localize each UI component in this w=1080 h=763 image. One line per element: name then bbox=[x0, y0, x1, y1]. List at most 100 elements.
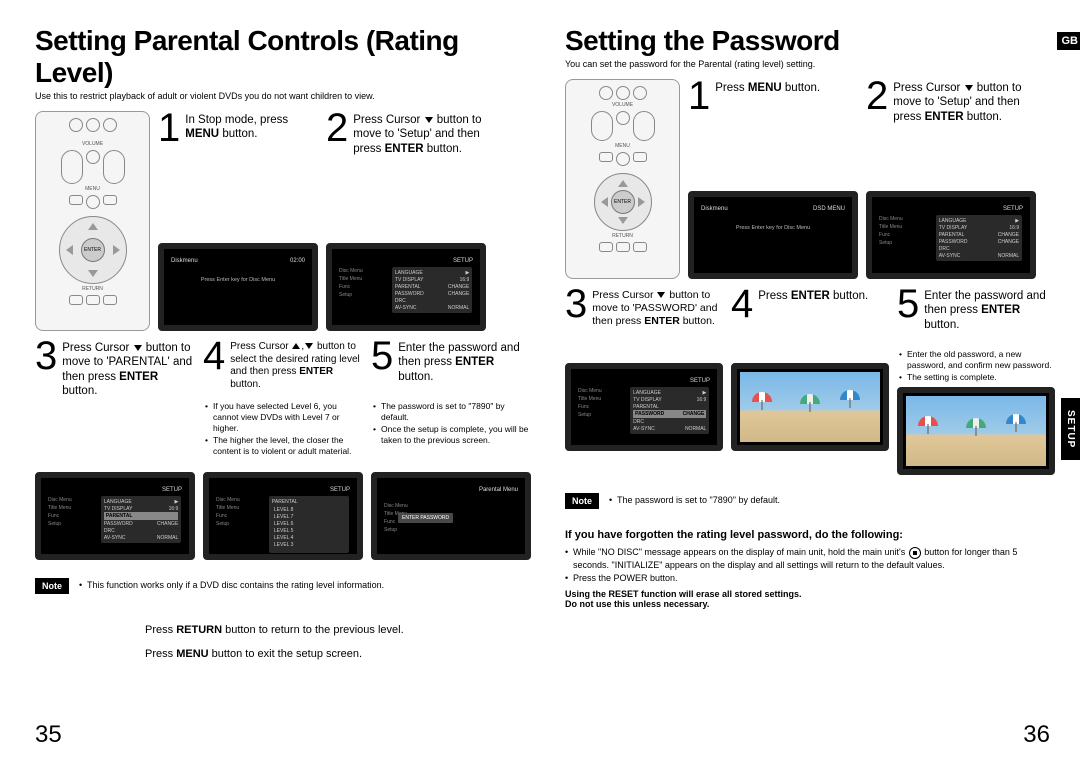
bullet-item: The setting is complete. bbox=[899, 372, 1055, 383]
note-text: The password is set to "7890" by default… bbox=[609, 495, 780, 507]
right-subtitle: You can set the password for the Parenta… bbox=[565, 59, 1050, 69]
cursor-down-icon bbox=[305, 343, 313, 349]
cursor-down-icon bbox=[425, 117, 433, 123]
step-num: 3 bbox=[565, 287, 587, 321]
remote-control: VOLUME MENU ENTER RETURN bbox=[565, 79, 680, 279]
remote-btn bbox=[599, 152, 613, 162]
remote-btn bbox=[69, 295, 83, 305]
step-1-right: 1 Press MENU button. DiskmenuDSD MENU Pr… bbox=[688, 79, 858, 279]
remote-volume-rocker bbox=[61, 150, 83, 184]
dpad-down-icon bbox=[618, 217, 628, 224]
remote-btn bbox=[616, 111, 630, 125]
osd-screen-setup: SETUP Disc MenuTitle MenuFuncSetup LANGU… bbox=[866, 191, 1036, 279]
step5-bullets: The password is set to "7890" by default… bbox=[371, 401, 531, 446]
step-text: Enter the password and then press ENTER … bbox=[924, 287, 1055, 332]
remote-col-right: VOLUME MENU ENTER RETURN bbox=[565, 79, 680, 279]
remote-channel-rocker bbox=[633, 111, 655, 141]
left-title: Setting Parental Controls (Rating Level) bbox=[35, 25, 520, 89]
remote-control: VOLUME MENU ENTER RETURN bbox=[35, 111, 150, 331]
cursor-down-icon bbox=[657, 292, 665, 298]
step-1-left: 1 In Stop mode, press MENU button. Diskm… bbox=[158, 111, 318, 331]
remote-btn bbox=[69, 118, 83, 132]
osd-screen-discmenu: DiskmenuDSD MENU Press Enter key for Dis… bbox=[688, 191, 858, 279]
remote-return-label: RETURN bbox=[82, 287, 103, 292]
right-note: Note The password is set to "7890" by de… bbox=[565, 493, 780, 509]
step4-bullets: If you have selected Level 6, you cannot… bbox=[203, 401, 363, 457]
dpad-down-icon bbox=[88, 270, 98, 277]
reset-warning-2: Do not use this unless necessary. bbox=[565, 599, 1050, 609]
remote-menu-label: MENU bbox=[85, 187, 100, 192]
step-text: Press Cursor button to move to 'PARENTAL… bbox=[62, 339, 195, 399]
setup-side-tab: SETUP bbox=[1061, 398, 1080, 460]
cursor-up-icon bbox=[292, 343, 300, 349]
dpad-up-icon bbox=[88, 223, 98, 230]
remote-volume-rocker bbox=[591, 111, 613, 141]
forgot-item: Press the POWER button. bbox=[565, 572, 1050, 585]
remote-btn bbox=[633, 86, 647, 100]
remote-btn bbox=[86, 195, 100, 209]
step-2-right: 2 Press Cursor button to move to 'Setup'… bbox=[866, 79, 1036, 279]
step-2-left: 2 Press Cursor button to move to 'Setup'… bbox=[326, 111, 486, 331]
remote-btn bbox=[103, 195, 117, 205]
page-left: Setting Parental Controls (Rating Level)… bbox=[0, 0, 540, 763]
remote-channel-rocker bbox=[103, 150, 125, 184]
left-row3: SETUP Disc MenuTitle MenuFuncSetup LANGU… bbox=[35, 466, 520, 560]
dpad-up-icon bbox=[618, 180, 628, 187]
left-subtitle: Use this to restrict playback of adult o… bbox=[35, 91, 520, 101]
cursor-down-icon bbox=[965, 85, 973, 91]
page-number-right: 36 bbox=[1023, 721, 1050, 749]
osd-screen-password: SETUP Disc MenuTitle MenuFuncSetup LANGU… bbox=[565, 363, 723, 451]
dpad-right-icon bbox=[638, 197, 645, 207]
remote-btn bbox=[103, 118, 117, 132]
screen-3: SETUP Disc MenuTitle MenuFuncSetup LANGU… bbox=[35, 466, 195, 560]
step-num: 4 bbox=[203, 339, 225, 373]
remote-btn bbox=[633, 242, 647, 252]
step-4-right: 4 Press ENTER button. bbox=[731, 287, 889, 475]
step5-right-bullets: Enter the old password, a new password, … bbox=[897, 349, 1055, 383]
step-text: Press MENU button. bbox=[715, 79, 820, 95]
page-number-left: 35 bbox=[35, 721, 62, 749]
remote-btn bbox=[599, 242, 613, 252]
step-5-right: 5 Enter the password and then press ENTE… bbox=[897, 287, 1055, 475]
right-title: Setting the Password bbox=[565, 25, 1050, 57]
left-note: Note This function works only if a DVD d… bbox=[35, 578, 384, 594]
manual-spread: Setting Parental Controls (Rating Level)… bbox=[0, 0, 1080, 763]
remote-enter-button: ENTER bbox=[81, 238, 105, 262]
step-num: 4 bbox=[731, 287, 753, 321]
left-row1: VOLUME MENU ENTER RETURN bbox=[35, 111, 520, 331]
remote-btn bbox=[69, 195, 83, 205]
bullet-item: Once the setup is complete, you will be … bbox=[373, 424, 531, 446]
remote-btn bbox=[616, 152, 630, 166]
screen-5: Parental Menu Disc MenuTitle MenuFuncSet… bbox=[371, 466, 531, 560]
step-text: In Stop mode, press MENU button. bbox=[185, 111, 318, 142]
note-badge: Note bbox=[565, 493, 599, 509]
dpad-left-icon bbox=[601, 197, 608, 207]
step-num: 3 bbox=[35, 339, 57, 373]
footer-menu: Press MENU button to exit the setup scre… bbox=[145, 648, 520, 660]
bullet-item: If you have selected Level 6, you cannot… bbox=[205, 401, 363, 434]
remote-btn bbox=[616, 242, 630, 252]
forgot-list: While "NO DISC" message appears on the d… bbox=[565, 546, 1050, 585]
dpad-left-icon bbox=[66, 245, 73, 255]
cursor-down-icon bbox=[134, 345, 142, 351]
remote-btn bbox=[616, 86, 630, 100]
stop-icon bbox=[909, 547, 921, 559]
dpad-right-icon bbox=[113, 245, 120, 255]
osd-screen-discmenu: Diskmenu02:00 Press Enter key for Disc M… bbox=[158, 243, 318, 331]
step-text: Press Cursor button to move to 'PASSWORD… bbox=[592, 287, 723, 328]
note-badge: Note bbox=[35, 578, 69, 594]
remote-btn bbox=[103, 295, 117, 305]
reset-warning-1: Using the RESET function will erase all … bbox=[565, 589, 1050, 599]
bullet-item: The higher the level, the closer the con… bbox=[205, 435, 363, 457]
remote-btn bbox=[633, 152, 647, 162]
beach-screen-1 bbox=[731, 363, 889, 451]
osd-screen-setup: SETUP Disc MenuTitle MenuFuncSetup LANGU… bbox=[326, 243, 486, 331]
remote-vol-label: VOLUME bbox=[612, 103, 633, 108]
step-text: Press ENTER button. bbox=[758, 287, 868, 303]
bullet-item: Enter the old password, a new password, … bbox=[899, 349, 1055, 371]
step-text: Press Cursor , button to select the desi… bbox=[230, 339, 363, 391]
right-row1: VOLUME MENU ENTER RETURN bbox=[565, 79, 1050, 279]
step-3-right: 3 Press Cursor button to move to 'PASSWO… bbox=[565, 287, 723, 475]
remote-dpad: ENTER bbox=[59, 216, 127, 284]
remote-btn bbox=[599, 86, 613, 100]
